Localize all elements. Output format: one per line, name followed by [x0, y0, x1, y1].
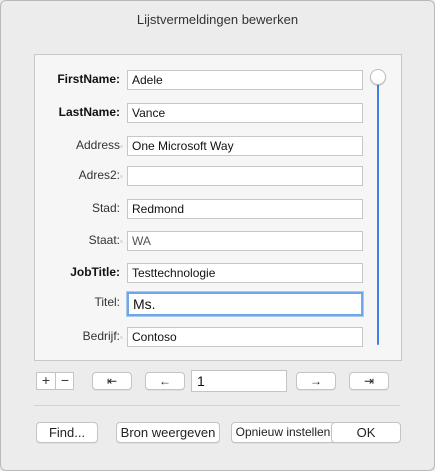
dialog-title: Lijstvermeldingen bewerken [136, 12, 299, 27]
field-label: Bedrijf: [82, 329, 120, 343]
view-source-button[interactable]: Bron weergeven [116, 422, 220, 443]
jobtitle-field[interactable] [127, 263, 363, 283]
remove-entry-button[interactable]: − [56, 373, 74, 389]
last-record-button[interactable]: ⇥ [349, 372, 389, 390]
field-label: Titel: [94, 295, 120, 309]
reset-button[interactable]: Opnieuw instellen [231, 422, 335, 443]
field-label: FirstName: [57, 72, 120, 86]
field-row-address: Address [35, 136, 401, 158]
separator-dot [120, 240, 123, 243]
titel-field[interactable] [127, 292, 363, 316]
field-label: Stad: [91, 201, 120, 215]
first-record-button[interactable]: ⇤ [92, 372, 132, 390]
firstname-field[interactable] [127, 70, 363, 90]
edit-list-entries-dialog: Lijstvermeldingen bewerken FirstName: La… [0, 0, 435, 471]
field-label: Adres2: [78, 168, 120, 182]
previous-record-button[interactable]: ← [145, 372, 185, 390]
separator-dot [120, 336, 123, 339]
field-row-lastname: LastName: [35, 103, 401, 125]
field-label: Address [75, 138, 120, 152]
divider [34, 405, 400, 406]
scrollbar-thumb[interactable] [370, 69, 386, 85]
field-label: Staat: [88, 233, 120, 247]
find-button[interactable]: Find... [36, 422, 98, 443]
adres2-field[interactable] [127, 166, 363, 186]
address-field[interactable] [127, 136, 363, 156]
ok-button[interactable]: OK [331, 422, 401, 443]
field-row-jobtitle: JobTitle: [35, 263, 401, 285]
field-label: JobTitle: [70, 265, 120, 279]
add-entry-button[interactable]: + [37, 373, 55, 389]
field-row-bedrijf: Bedrijf: [35, 327, 401, 349]
separator-dot [120, 175, 123, 178]
field-row-firstname: FirstName: [35, 70, 401, 92]
lastname-field[interactable] [127, 103, 363, 123]
add-remove-control: + − [36, 372, 74, 390]
field-row-titel: Titel: [35, 292, 401, 316]
separator-dot [120, 145, 123, 148]
field-label: LastName: [58, 105, 120, 119]
next-record-button[interactable]: → [296, 372, 336, 390]
fields-panel: FirstName: LastName: Address Adres2: Sta… [34, 54, 402, 361]
bedrijf-field[interactable] [127, 327, 363, 347]
stad-field[interactable] [127, 199, 363, 219]
staat-field[interactable] [127, 231, 363, 251]
field-row-adres2: Adres2: [35, 166, 401, 188]
record-number-input[interactable] [191, 370, 287, 392]
field-row-stad: Stad: [35, 199, 401, 221]
field-row-staat: Staat: [35, 231, 401, 253]
scrollbar-track[interactable] [377, 79, 379, 345]
